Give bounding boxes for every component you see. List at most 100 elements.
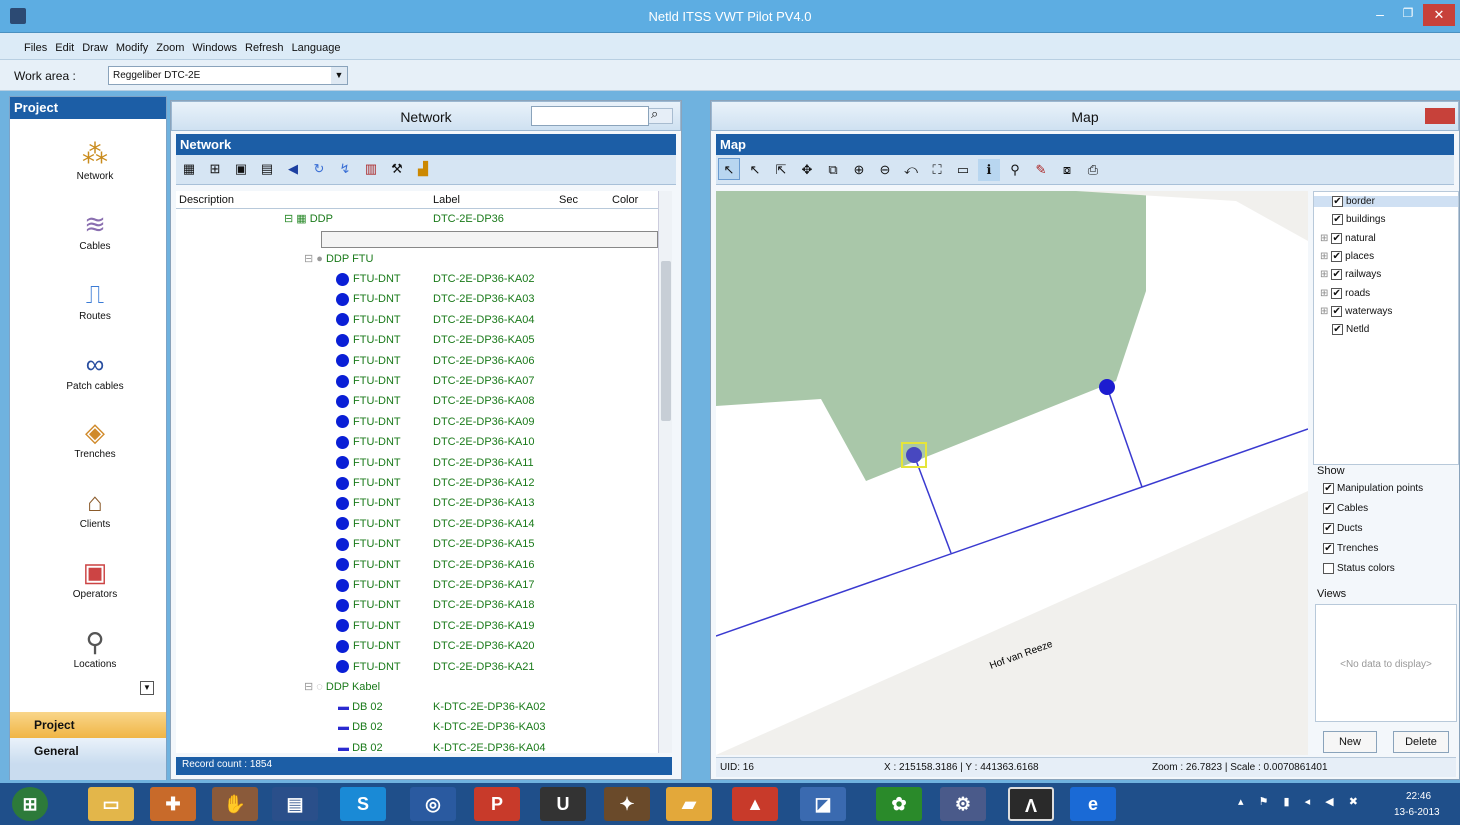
show-checkbox[interactable]: ✔ — [1323, 523, 1334, 534]
toolbar-window-icon[interactable]: ▣ — [230, 158, 252, 180]
layer-checkbox[interactable]: ✔ — [1331, 287, 1343, 299]
ftu-row[interactable]: FTU-DNT — [336, 575, 401, 595]
show-item[interactable]: ✔ Manipulation points — [1323, 483, 1423, 494]
menu-zoom[interactable]: Zoom — [152, 42, 188, 54]
explorer-icon[interactable]: ▭ — [88, 787, 134, 821]
network-scrollbar[interactable] — [658, 191, 672, 753]
layer-item[interactable]: ✔ Netld — [1332, 324, 1369, 335]
ftu-row[interactable]: FTU-DNT — [336, 616, 401, 636]
expand-icon[interactable]: ⊞ — [1320, 288, 1331, 299]
ftu-row[interactable]: FTU-DNT — [336, 432, 401, 452]
ftu-row[interactable]: FTU-DNT — [336, 269, 401, 289]
acrobat-icon[interactable]: ▲ — [732, 787, 778, 821]
menu-draw[interactable]: Draw — [78, 42, 112, 54]
menu-edit[interactable]: Edit — [51, 42, 78, 54]
app-icon-5[interactable]: ✿ — [876, 787, 922, 821]
layer-item[interactable]: ⊞ ✔ natural — [1320, 232, 1376, 244]
menu-modify[interactable]: Modify — [112, 42, 152, 54]
zoom-box-icon[interactable]: ⧉ — [822, 159, 844, 181]
ftu-row[interactable]: FTU-DNT — [336, 657, 401, 677]
toolbar-link-icon[interactable]: ↯ — [334, 158, 356, 180]
layer-item[interactable]: ✔ border — [1314, 196, 1458, 208]
expand-icon[interactable]: ⊞ — [1320, 251, 1331, 262]
layer-item[interactable]: ✔ buildings — [1332, 214, 1385, 225]
ftu-point-2[interactable] — [1099, 379, 1115, 395]
menu-windows[interactable]: Windows — [188, 42, 241, 54]
ftu-row[interactable]: FTU-DNT — [336, 351, 401, 371]
layers-icon[interactable]: ⧇ — [1056, 159, 1078, 181]
ftu-row[interactable]: FTU-DNT — [336, 473, 401, 493]
select-area-icon[interactable]: ⇱ — [770, 159, 792, 181]
expand-icon[interactable]: ⊞ — [1320, 306, 1331, 317]
maximize-icon[interactable]: ❐ — [1395, 6, 1421, 24]
layer-checkbox[interactable]: ✔ — [1331, 250, 1343, 262]
tray-icons[interactable]: ▴ ⚑ ▮ ◂ ◀ ✖ — [1238, 795, 1364, 808]
new-row-input[interactable] — [321, 231, 658, 248]
show-checkbox[interactable] — [1323, 563, 1334, 574]
col-description[interactable]: Description — [179, 194, 234, 206]
work-area-select[interactable]: Reggeliber DTC-2E ▼ — [108, 66, 348, 85]
app-icon-6[interactable]: ⚙ — [940, 787, 986, 821]
expand-icon[interactable]: ⊞ — [1320, 233, 1331, 244]
browser-icon-1[interactable]: ◎ — [410, 787, 456, 821]
sidebar-item-network[interactable]: ⁂ Network — [50, 137, 140, 182]
app-icon-3[interactable]: ✦ — [604, 787, 650, 821]
delete-view-button[interactable]: Delete — [1393, 731, 1449, 753]
info-icon[interactable]: ℹ — [978, 159, 1000, 181]
app-icon-7[interactable]: Λ — [1008, 787, 1054, 821]
toolbar-grid-icon[interactable]: ▦ — [178, 158, 200, 180]
save-app-icon[interactable]: ▤ — [272, 787, 318, 821]
layer-item[interactable]: ⊞ ✔ waterways — [1320, 305, 1392, 317]
select-multi-icon[interactable]: ↖ — [744, 159, 766, 181]
ultraedit-icon[interactable]: U — [540, 787, 586, 821]
chevron-down-icon[interactable]: ▼ — [331, 67, 347, 84]
ftu-row[interactable]: FTU-DNT — [336, 595, 401, 615]
map-canvas[interactable]: Hof van Reeze — [716, 191, 1308, 755]
new-view-button[interactable]: New — [1323, 731, 1377, 753]
kabel-row[interactable]: ▬ DB 02 — [338, 738, 383, 753]
pan-icon[interactable]: ✥ — [796, 159, 818, 181]
kabel-row[interactable]: ▬ DB 02 — [338, 717, 383, 737]
col-sec[interactable]: Sec — [559, 194, 578, 206]
app-icon-4[interactable]: ◪ — [800, 787, 846, 821]
tree-row-ftu-group[interactable]: ⊟ ● DDP FTU — [304, 249, 373, 269]
show-checkbox[interactable]: ✔ — [1323, 503, 1334, 514]
layer-item[interactable]: ⊞ ✔ roads — [1320, 287, 1370, 299]
scroll-down-icon[interactable]: ▼ — [140, 681, 154, 695]
toolbar-list-icon[interactable]: ▤ — [256, 158, 278, 180]
tab-project[interactable]: Project — [10, 712, 166, 738]
draw-icon[interactable]: ✎ — [1030, 159, 1052, 181]
layer-checkbox[interactable]: ✔ — [1331, 232, 1343, 244]
toolbar-expand-icon[interactable]: ⊞ — [204, 158, 226, 180]
expand-icon[interactable]: ⊞ — [1320, 269, 1331, 280]
sidebar-item-locations[interactable]: ⚲ Locations — [50, 625, 140, 670]
kabel-row[interactable]: ▬ DB 02 — [338, 697, 383, 717]
ftu-row[interactable]: FTU-DNT — [336, 493, 401, 513]
layer-checkbox[interactable]: ✔ — [1331, 269, 1343, 281]
ie-icon[interactable]: e — [1070, 787, 1116, 821]
ftu-row[interactable]: FTU-DNT — [336, 391, 401, 411]
folder-icon[interactable]: ▰ — [666, 787, 712, 821]
sidebar-item-clients[interactable]: ⌂ Clients — [50, 485, 140, 530]
clock-time[interactable]: 22:46 — [1406, 791, 1431, 802]
select-icon[interactable]: ↖ — [718, 158, 740, 180]
toolbar-chart-icon[interactable]: ▟ — [412, 158, 434, 180]
toolbar-back-icon[interactable]: ◀ — [282, 158, 304, 180]
sidebar-item-patch-cables[interactable]: ∞ Patch cables — [50, 347, 140, 392]
ftu-row[interactable]: FTU-DNT — [336, 412, 401, 432]
toolbar-tools-icon[interactable]: ⚒ — [386, 158, 408, 180]
toolbar-undo-icon[interactable]: ↻ — [308, 158, 330, 180]
app-icon-2[interactable]: ✋ — [212, 787, 258, 821]
layer-item[interactable]: ⊞ ✔ railways — [1320, 269, 1381, 280]
network-search-input[interactable] — [531, 106, 649, 126]
zoom-in-icon[interactable]: ⊕ — [848, 159, 870, 181]
ftu-point-1[interactable] — [906, 447, 922, 463]
start-icon[interactable]: ⊞ — [12, 787, 48, 821]
ftu-row[interactable]: FTU-DNT — [336, 289, 401, 309]
ftu-row[interactable]: FTU-DNT — [336, 371, 401, 391]
skype-icon[interactable]: S — [340, 787, 386, 821]
zoom-extent-icon[interactable]: ⛶ — [926, 159, 948, 181]
layer-checkbox[interactable]: ✔ — [1331, 305, 1343, 317]
toolbar-book-icon[interactable]: ▥ — [360, 158, 382, 180]
find-icon[interactable]: ⚲ — [1004, 159, 1026, 181]
